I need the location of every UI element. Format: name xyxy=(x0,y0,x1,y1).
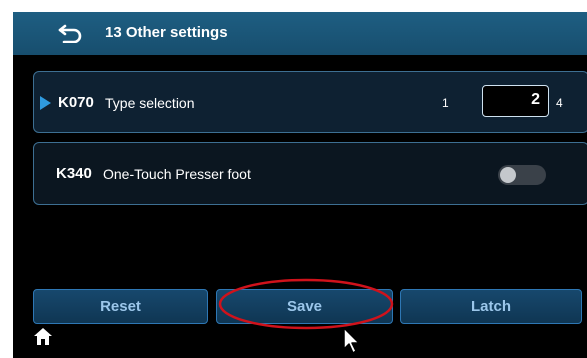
header-bar: 13 Other settings xyxy=(13,12,587,55)
range-max: 4 xyxy=(556,96,563,110)
setting-row-k340[interactable]: K340 One-Touch Presser foot xyxy=(33,142,587,205)
type-selection-value: 2 xyxy=(531,91,540,108)
latch-button[interactable]: Latch xyxy=(400,289,582,324)
page-title: 13 Other settings xyxy=(105,24,228,41)
back-arrow-icon[interactable] xyxy=(57,23,83,43)
setting-label: Type selection xyxy=(105,95,195,111)
toggle-knob xyxy=(500,167,516,183)
type-selection-input[interactable]: 2 xyxy=(482,85,549,117)
reset-button[interactable]: Reset xyxy=(33,289,208,324)
range-min: 1 xyxy=(442,96,449,110)
setting-label: One-Touch Presser foot xyxy=(103,166,251,182)
mouse-cursor-icon xyxy=(343,327,360,354)
setting-code: K070 xyxy=(58,94,94,111)
selected-indicator-icon xyxy=(40,96,51,110)
setting-code: K340 xyxy=(56,165,92,182)
annotation-ellipse xyxy=(218,278,394,330)
presser-foot-toggle[interactable] xyxy=(498,165,546,185)
setting-row-k070[interactable]: K070 Type selection 1 2 4 xyxy=(33,71,587,133)
home-icon[interactable] xyxy=(33,327,53,346)
